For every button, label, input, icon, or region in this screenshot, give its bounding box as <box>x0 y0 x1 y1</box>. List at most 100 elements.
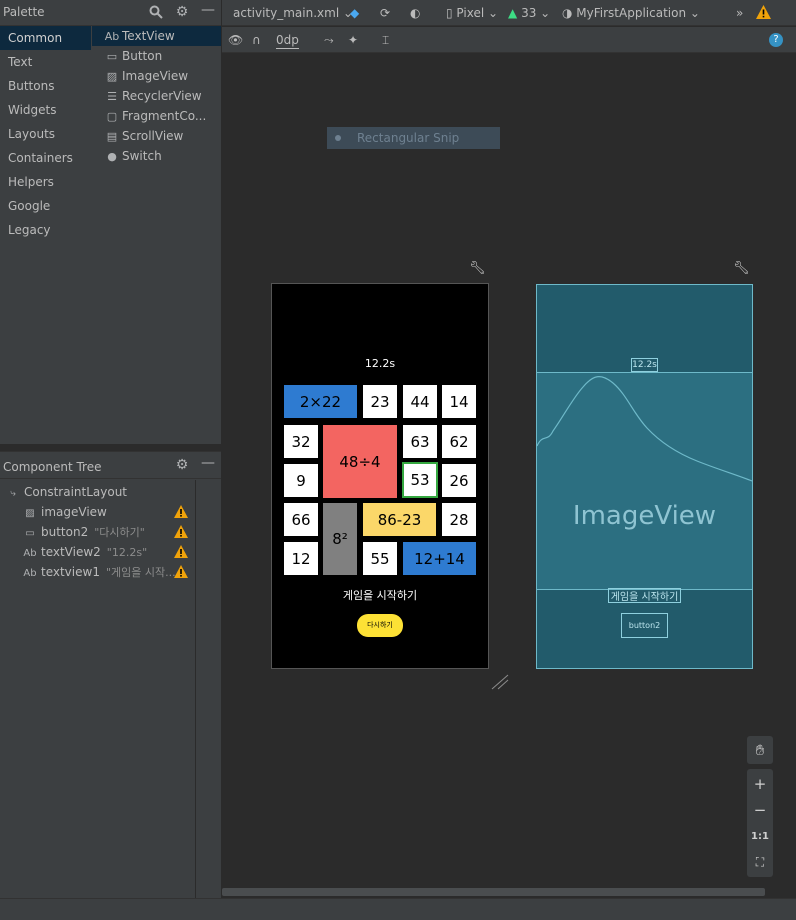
resize-handle-icon[interactable] <box>490 673 510 691</box>
tree-row-imageview[interactable]: ▨ imageView <box>0 502 196 522</box>
fragment-icon: ▢ <box>106 110 118 123</box>
warning-icon[interactable] <box>174 565 188 578</box>
gear-icon[interactable]: ⚙ <box>174 458 190 472</box>
help-icon[interactable]: ? <box>769 33 783 47</box>
game-cell-selected[interactable]: 53 <box>402 462 438 498</box>
warning-icon[interactable] <box>756 5 771 19</box>
game-cell[interactable]: 62 <box>442 425 476 458</box>
button-icon: ▭ <box>25 528 35 539</box>
button-icon: ▭ <box>106 50 118 63</box>
game-cell[interactable]: 48÷4 <box>323 425 397 498</box>
game-cell[interactable]: 12+14 <box>403 542 476 575</box>
game-cell[interactable]: 44 <box>403 385 437 418</box>
retry-button[interactable]: 다시하기 <box>357 614 403 637</box>
list-icon: ☰ <box>107 90 117 103</box>
warning-icon[interactable] <box>174 545 188 558</box>
android-icon: ▲ <box>508 6 518 20</box>
game-cell[interactable]: 9 <box>284 464 318 497</box>
tree-row-button2[interactable]: ▭ button2 "다시하기" <box>0 522 196 542</box>
component-tree-header: Component Tree ⚙ — <box>0 452 221 479</box>
design-preview[interactable]: 12.2s 2×22 23 44 14 32 48÷4 63 62 9 53 2… <box>271 283 489 669</box>
api-selector[interactable]: ▲ 33 ⌄ <box>508 4 550 22</box>
orientation-icon[interactable]: ⟳ <box>380 4 390 22</box>
blueprint-preview[interactable]: ImageView 12.2s 게임을 시작하기 button2 <box>536 284 753 669</box>
search-icon[interactable] <box>148 5 164 22</box>
night-mode-icon[interactable]: ◐ <box>410 4 420 22</box>
editor-toolbar: activity_main.xml ⌄ ◆ ⟳ ◐ ▯ Pixel ⌄ ▲ 33… <box>222 0 796 26</box>
tree-row-textview2[interactable]: Ab textView2 "12.2s" <box>0 542 196 562</box>
zoom-controls: + − 1:1 ⛶ <box>747 769 773 877</box>
layers-icon[interactable]: ◆ <box>350 4 359 22</box>
game-cell[interactable]: 55 <box>363 542 397 575</box>
game-cell[interactable]: 86-23 <box>363 503 436 536</box>
tree-row-constraintlayout[interactable]: ⤷ ConstraintLayout <box>0 482 196 502</box>
zoom-fit-icon[interactable]: ⛶ <box>747 849 773 875</box>
category-buttons[interactable]: Buttons <box>0 74 91 98</box>
magnet-off-icon[interactable]: ∩ <box>252 31 261 49</box>
warning-icon[interactable] <box>174 525 188 538</box>
palette-item-textview[interactable]: Ab TextView <box>92 26 221 46</box>
game-cell[interactable]: 66 <box>284 503 318 536</box>
palette-item-button[interactable]: ▭ Button <box>92 46 221 66</box>
palette-item-switch[interactable]: ● Switch <box>92 146 221 166</box>
component-tree-title: Component Tree <box>3 460 102 474</box>
device-selector[interactable]: ▯ Pixel ⌄ <box>446 4 498 22</box>
game-cell[interactable]: 63 <box>403 425 437 458</box>
scroll-icon: ▤ <box>106 130 118 143</box>
category-legacy[interactable]: Legacy <box>0 218 91 242</box>
zoom-out-button[interactable]: − <box>747 797 773 823</box>
palette-item-imageview[interactable]: ▨ ImageView <box>92 66 221 86</box>
game-cell[interactable]: 12 <box>284 542 318 575</box>
rectangular-snip-overlay: Rectangular Snip <box>327 127 500 149</box>
game-cell[interactable]: 23 <box>363 385 397 418</box>
blueprint-button2-box[interactable]: button2 <box>621 613 668 638</box>
gear-icon[interactable]: ⚙ <box>174 5 190 19</box>
blueprint-timer-box[interactable]: 12.2s <box>631 358 658 372</box>
horizontal-scrollbar[interactable] <box>222 888 765 896</box>
game-cell[interactable]: 2×22 <box>284 385 357 418</box>
category-helpers[interactable]: Helpers <box>0 170 91 194</box>
category-containers[interactable]: Containers <box>0 146 91 170</box>
palette-item-fragment[interactable]: ▢ FragmentCo... <box>92 106 221 126</box>
textview-icon: Ab <box>104 30 120 43</box>
category-layouts[interactable]: Layouts <box>0 122 91 146</box>
snip-dot-icon <box>335 135 341 141</box>
file-selector[interactable]: activity_main.xml ⌄ <box>233 4 353 22</box>
imageview-label: ImageView <box>572 501 717 531</box>
theme-selector[interactable]: ◑ MyFirstApplication ⌄ <box>562 4 700 22</box>
tree-row-textview1[interactable]: Ab textview1 "게임을 시작... <box>0 562 196 582</box>
clear-constraints-icon[interactable]: ⤳ <box>324 31 334 49</box>
textview-icon: Ab <box>23 548 37 559</box>
default-margin-field[interactable]: 0dp <box>276 31 299 49</box>
game-cell[interactable]: 32 <box>284 425 318 458</box>
warning-icon[interactable] <box>174 505 188 518</box>
game-cell[interactable]: 8² <box>323 503 357 575</box>
switch-icon: ● <box>107 150 117 163</box>
palette-title: Palette <box>3 5 45 19</box>
minimize-icon[interactable]: — <box>200 3 216 17</box>
game-cell[interactable]: 28 <box>442 503 476 536</box>
game-cell[interactable]: 26 <box>442 464 476 497</box>
wrench-icon[interactable]: 🔧︎ <box>469 261 486 276</box>
palette-items: Ab TextView ▭ Button ▨ ImageView ☰ RecyclerV… <box>92 26 221 444</box>
image-icon: ▨ <box>106 70 118 83</box>
guidelines-icon[interactable]: ⌶ <box>382 31 389 49</box>
category-google[interactable]: Google <box>0 194 91 218</box>
infer-constraints-icon[interactable]: ✦ <box>348 31 358 49</box>
zoom-actual-size-button[interactable]: 1:1 <box>747 823 773 849</box>
game-cell[interactable]: 14 <box>442 385 476 418</box>
minimize-icon[interactable]: — <box>200 456 216 470</box>
palette-item-recyclerview[interactable]: ☰ RecyclerView <box>92 86 221 106</box>
palette-item-scrollview[interactable]: ▤ ScrollView <box>92 126 221 146</box>
zoom-in-button[interactable]: + <box>747 771 773 797</box>
blueprint-start-text-box[interactable]: 게임을 시작하기 <box>608 588 681 603</box>
category-text[interactable]: Text <box>0 50 91 74</box>
design-toolbar: 👁 ∩ 0dp ⤳ ✦ ⌶ ? <box>222 27 796 53</box>
wrench-icon[interactable]: 🔧︎ <box>733 261 750 276</box>
more-icon[interactable]: » <box>736 4 743 22</box>
timer-text: 12.2s <box>364 357 396 370</box>
eye-icon[interactable]: 👁 <box>228 31 243 49</box>
category-common[interactable]: Common <box>0 26 91 50</box>
hand-icon[interactable]: ✋︎ <box>747 737 773 763</box>
category-widgets[interactable]: Widgets <box>0 98 91 122</box>
